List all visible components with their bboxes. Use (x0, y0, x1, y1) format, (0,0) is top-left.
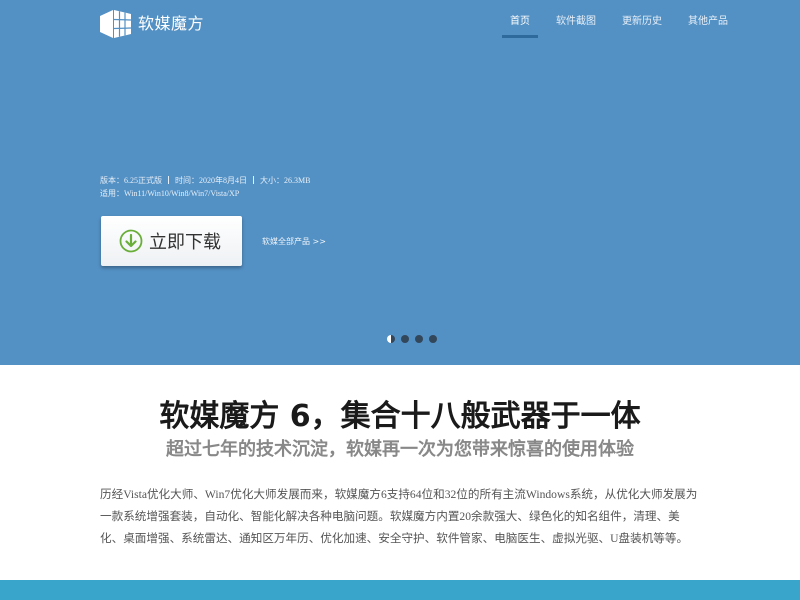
release-info: 版本：6.25正式版 时间：2020年8月4日 大小：26.3MB 适用：Win11… (100, 174, 310, 200)
hero-banner: 软媒魔方 首页 软件截图 更新历史 其他产品 版本：6.25正式版 时间：2020… (0, 0, 800, 365)
nav-item-screenshots[interactable]: 软件截图 (556, 0, 596, 40)
footer-band (0, 580, 800, 600)
nav-item-home[interactable]: 首页 (502, 0, 538, 40)
logo[interactable]: 软媒魔方 (100, 10, 204, 38)
release-info-line: 版本：6.25正式版 时间：2020年8月4日 大小：26.3MB (100, 174, 310, 187)
carousel-dot-3[interactable] (415, 335, 423, 343)
download-button[interactable]: 立即下载 (101, 216, 242, 266)
carousel-dot-1[interactable] (387, 335, 395, 343)
cube-logo-icon (100, 10, 131, 38)
size-text: 大小：26.3MB (260, 176, 311, 185)
carousel-dots (387, 335, 443, 343)
app-title: 软媒魔方 (138, 14, 205, 33)
date-text: 时间：2020年8月4日 (175, 176, 247, 185)
download-button-label: 立即下载 (149, 232, 221, 253)
version-text: 版本：6.25正式版 (100, 176, 162, 185)
os-support-text: 适用：Win11/Win10/Win8/Win7/Vista/XP (100, 189, 240, 198)
divider (168, 176, 169, 184)
all-products-link[interactable]: 软媒全部产品 >> (262, 237, 326, 246)
carousel-dot-4[interactable] (429, 335, 437, 343)
carousel-dot-2[interactable] (401, 335, 409, 343)
page-headline: 软媒魔方 6，集合十八般武器于一体 (159, 399, 641, 434)
page-subheadline: 超过七年的技术沉淀，软媒再一次为您带来惊喜的使用体验 (166, 439, 634, 460)
top-nav: 首页 软件截图 更新历史 其他产品 (484, 0, 728, 40)
divider (253, 176, 254, 184)
download-arrow-icon (119, 229, 143, 253)
nav-item-history[interactable]: 更新历史 (622, 0, 662, 40)
nav-item-other-products[interactable]: 其他产品 (688, 0, 728, 40)
product-description: 历经Vista优化大师、Win7优化大师发展而来，软媒魔方6支持64位和32位的… (100, 488, 698, 545)
